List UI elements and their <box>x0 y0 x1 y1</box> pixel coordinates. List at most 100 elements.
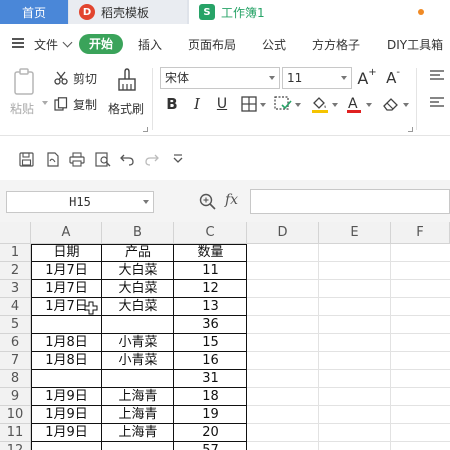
print-icon[interactable] <box>69 151 85 167</box>
row-header[interactable]: 2 <box>0 262 31 280</box>
clear-format-button[interactable] <box>382 95 410 115</box>
column-header[interactable]: A <box>31 222 102 244</box>
table-cell[interactable]: 31 <box>174 370 247 388</box>
table-cell[interactable] <box>31 316 102 334</box>
table-cell[interactable]: 11 <box>174 262 247 280</box>
table-cell[interactable]: 小青菜 <box>102 334 174 352</box>
table-cell[interactable]: 1月7日 <box>31 262 102 280</box>
row-header[interactable]: 12 <box>0 442 31 450</box>
table-cell[interactable]: 57 <box>174 442 247 450</box>
table-cell[interactable]: 1月8日 <box>31 352 102 370</box>
table-cell[interactable] <box>102 316 174 334</box>
menu-start[interactable]: 开始 <box>79 34 123 54</box>
tab-home[interactable]: 首页 <box>0 0 68 24</box>
row-header[interactable]: 7 <box>0 352 31 370</box>
clipboard-group-launcher-icon[interactable] <box>143 127 148 132</box>
print-preview-icon[interactable] <box>95 151 111 167</box>
font-color-button[interactable]: A <box>346 95 374 115</box>
bold-button[interactable]: B <box>163 94 181 114</box>
row-header[interactable]: 4 <box>0 298 31 316</box>
save-icon[interactable] <box>18 151 34 167</box>
table-cell[interactable]: 上海青 <box>102 388 174 406</box>
table-cell[interactable]: 18 <box>174 388 247 406</box>
row-header[interactable]: 9 <box>0 388 31 406</box>
italic-button[interactable]: I <box>188 94 206 114</box>
shrink-font-button[interactable]: A- <box>382 67 404 89</box>
table-cell[interactable]: 1月9日 <box>31 406 102 424</box>
column-header[interactable]: E <box>319 222 391 244</box>
paste-dropdown-icon[interactable] <box>42 101 48 105</box>
underline-button[interactable]: U <box>213 94 231 114</box>
zoom-formula-icon[interactable] <box>199 193 216 213</box>
menu-diy-toolbox[interactable]: DIY工具箱 <box>387 36 443 53</box>
chevron-down-icon <box>260 103 266 107</box>
row-header[interactable]: 3 <box>0 280 31 298</box>
table-cell[interactable]: 1月9日 <box>31 388 102 406</box>
column-header[interactable]: F <box>391 222 450 244</box>
table-cell[interactable] <box>31 442 102 450</box>
table-cell[interactable]: 15 <box>174 334 247 352</box>
table-cell[interactable]: 大白菜 <box>102 262 174 280</box>
column-header[interactable]: C <box>174 222 247 244</box>
menu-hamburger-icon[interactable] <box>12 38 24 48</box>
table-cell[interactable]: 大白菜 <box>102 280 174 298</box>
row-header[interactable]: 8 <box>0 370 31 388</box>
tab-template[interactable]: D 稻壳模板 <box>69 0 187 24</box>
paste-button[interactable]: 粘贴 <box>8 68 42 120</box>
table-cell[interactable]: 大白菜 <box>102 298 174 316</box>
table-cell[interactable] <box>102 442 174 450</box>
format-painter-button[interactable]: 格式刷 <box>106 68 148 120</box>
table-cell[interactable]: 上海青 <box>102 406 174 424</box>
formula-input[interactable] <box>250 189 450 214</box>
tab-workbook[interactable]: S 工作簿1 <box>189 0 450 24</box>
table-header-cell[interactable]: 数量 <box>174 244 247 262</box>
table-cell[interactable]: 36 <box>174 316 247 334</box>
table-header-cell[interactable]: 日期 <box>31 244 102 262</box>
table-cell[interactable]: 1月9日 <box>31 424 102 442</box>
insert-function-button[interactable]: fx <box>225 192 238 208</box>
format-painter-label: 格式刷 <box>108 102 145 116</box>
menu-fangfang[interactable]: 方方格子 <box>312 36 360 53</box>
table-header-cell[interactable]: 产品 <box>102 244 174 262</box>
menu-insert[interactable]: 插入 <box>138 36 162 53</box>
table-cell[interactable] <box>31 370 102 388</box>
table-cell[interactable] <box>102 370 174 388</box>
row-header[interactable]: 5 <box>0 316 31 334</box>
copy-button[interactable]: 复制 <box>54 95 102 113</box>
cell-format-button[interactable] <box>274 96 302 114</box>
column-header[interactable]: D <box>247 222 319 244</box>
borders-button[interactable] <box>241 96 267 114</box>
table-cell[interactable]: 1月8日 <box>31 334 102 352</box>
table-cell[interactable]: 20 <box>174 424 247 442</box>
align-left-icon[interactable] <box>430 97 444 109</box>
table-cell[interactable]: 16 <box>174 352 247 370</box>
table-cell[interactable]: 12 <box>174 280 247 298</box>
row-header[interactable]: 6 <box>0 334 31 352</box>
column-header[interactable]: B <box>102 222 174 244</box>
table-cell[interactable]: 13 <box>174 298 247 316</box>
menu-formula[interactable]: 公式 <box>262 36 286 53</box>
font-group-launcher-icon[interactable] <box>408 127 413 132</box>
redo-icon[interactable] <box>143 151 159 167</box>
menu-file[interactable]: 文件 <box>34 36 58 53</box>
table-cell[interactable]: 1月7日 <box>31 280 102 298</box>
table-cell[interactable]: 上海青 <box>102 424 174 442</box>
row-header[interactable]: 11 <box>0 424 31 442</box>
grow-font-button[interactable]: A + <box>356 67 378 89</box>
row-header[interactable]: 10 <box>0 406 31 424</box>
menu-page-layout[interactable]: 页面布局 <box>188 36 236 53</box>
fill-color-button[interactable] <box>311 95 339 115</box>
customize-toolbar-icon[interactable] <box>170 151 186 167</box>
export-pdf-icon[interactable] <box>44 151 60 167</box>
font-name-select[interactable]: 宋体 <box>160 67 280 89</box>
name-box[interactable]: H15 <box>6 191 154 213</box>
cut-button[interactable]: 剪切 <box>54 69 102 87</box>
row-header[interactable]: 1 <box>0 244 31 262</box>
undo-icon[interactable] <box>119 151 135 167</box>
align-top-icon[interactable] <box>430 70 444 82</box>
table-cell[interactable]: 小青菜 <box>102 352 174 370</box>
table-cell[interactable]: 19 <box>174 406 247 424</box>
select-all-corner[interactable] <box>0 222 31 244</box>
chevron-down-icon[interactable] <box>62 37 73 48</box>
font-size-select[interactable]: 11 <box>282 67 352 89</box>
